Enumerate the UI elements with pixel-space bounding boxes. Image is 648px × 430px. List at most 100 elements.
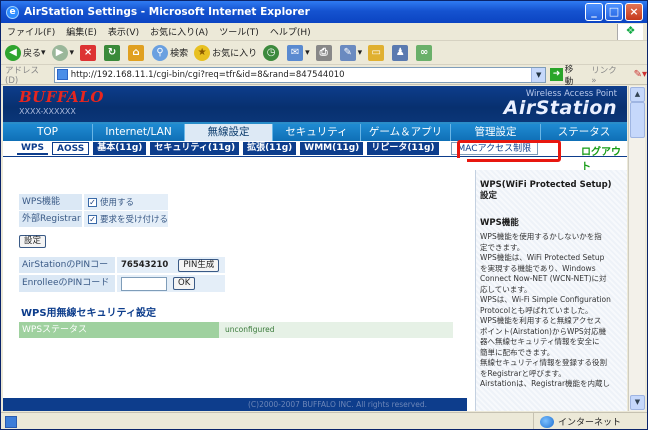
stop-button[interactable]: × (80, 44, 98, 61)
page-done-icon (5, 415, 17, 428)
forward-button[interactable]: ▶ ▾ (51, 44, 74, 61)
help-line: をRegistrarと呼びます。 (480, 368, 566, 378)
subnav-wps[interactable]: WPS (17, 142, 49, 155)
help-line: WPS機能を使用するかしないかを指 (480, 232, 602, 241)
home-icon: ⌂ (128, 44, 145, 61)
menu-favorites[interactable]: お気に入り(A) (150, 25, 208, 38)
home-button[interactable]: ⌂ (128, 44, 146, 61)
subnav-repeater[interactable]: リピータ(11g) (367, 142, 439, 155)
address-url: http://192.168.11.1/cgi-bin/cgi?req=tfr&… (70, 69, 345, 80)
page-header: BUFFALO XXXX-XXXXXX Wireless Access Poin… (3, 86, 627, 122)
enrollee-row: EnrolleeのPINコード OK (19, 275, 225, 292)
nav-wireless[interactable]: 無線設定 (185, 124, 273, 141)
wps-function-row: WPS機能 ✓ 使用する (19, 194, 168, 210)
main-nav: TOP Internet/LAN 無線設定 セキュリティ ゲーム＆アプリ 管理設… (3, 124, 627, 141)
search-button[interactable]: ⚲ 検索 (152, 44, 188, 61)
wps-status-label: WPSステータス (19, 322, 219, 338)
maximize-button[interactable]: □ (605, 3, 623, 21)
help-line: を実現する機能であり、Windows (480, 263, 596, 273)
pin-generate-button[interactable]: PIN生成 (178, 258, 220, 272)
main-pane: WPS機能 ✓ 使用する 外部Registrar ✓ 要求を受け付ける 設定 A… (3, 158, 467, 411)
menu-tools[interactable]: ツール(T) (219, 25, 259, 38)
toolbar-extra-icon[interactable]: ✎▾ (634, 69, 647, 80)
subnav-basic[interactable]: 基本(11g) (93, 142, 147, 155)
toolbar: ◀ 戻る ▾ ▶ ▾ × ↻ ⌂ ⚲ 検索 ★ お気に入り ◷ ✉ ▾ ⎙ ✎ ▾ ▭… (1, 41, 647, 65)
nav-status[interactable]: ステータス (541, 124, 627, 141)
airstation-logo: AirStation (503, 97, 617, 119)
page-footer: (C)2000-2007 BUFFALO INC. All rights res… (3, 398, 467, 411)
help-line: 器へ無線セキュリティ情報を安全に (480, 337, 600, 346)
nav-game-apps[interactable]: ゲーム＆アプリ (361, 124, 451, 141)
back-button[interactable]: ◀ 戻る ▾ (5, 44, 46, 61)
edit-button[interactable]: ✎ ▾ (339, 44, 362, 61)
links-button[interactable]: リンク » (591, 64, 623, 86)
subnav-security-11g[interactable]: セキュリティ(11g) (150, 142, 240, 155)
help-line: WPS機能は、WiFi Protected Setup (480, 253, 605, 262)
scroll-down-icon[interactable]: ▼ (630, 395, 645, 410)
print-button[interactable]: ⎙ (315, 44, 334, 61)
globe-icon (540, 415, 554, 428)
mail-button[interactable]: ✉ ▾ (287, 44, 310, 61)
nav-internet-lan[interactable]: Internet/LAN (93, 124, 185, 141)
page-content: BUFFALO XXXX-XXXXXX Wireless Access Poin… (3, 86, 627, 411)
menu-help[interactable]: ヘルプ(H) (270, 25, 311, 38)
page-icon (56, 69, 68, 80)
page-scrollbar[interactable]: ▲ ▼ (628, 86, 645, 411)
menu-edit[interactable]: 編集(E) (66, 25, 97, 38)
pin-value: 76543210 (121, 260, 169, 270)
wps-status-row: WPSステータス unconfigured (19, 322, 453, 338)
enrollee-pin-input[interactable] (121, 276, 167, 291)
close-button[interactable]: × (625, 3, 643, 21)
ext-registrar-row: 外部Registrar ✓ 要求を受け付ける (19, 211, 168, 227)
refresh-icon: ↻ (104, 44, 121, 61)
menu-view[interactable]: 表示(V) (108, 25, 139, 38)
help-line: Protocolとも呼ばれていました。 (480, 305, 593, 315)
refresh-button[interactable]: ↻ (104, 44, 122, 61)
address-input[interactable]: http://192.168.11.1/cgi-bin/cgi?req=tfr&… (53, 66, 547, 83)
wps-enable-checkbox[interactable]: ✓ (88, 197, 97, 207)
subnav-aoss[interactable]: AOSS (52, 142, 90, 155)
registrar-accept-text: 要求を受け付ける (100, 215, 169, 225)
history-icon: ◷ (263, 44, 280, 61)
address-label: アドレス(D) (5, 65, 40, 86)
address-bar: アドレス(D) http://192.168.11.1/cgi-bin/cgi?… (1, 63, 647, 87)
subnav-extended[interactable]: 拡張(11g) (243, 142, 297, 155)
help-line: WPSは、Wi-Fi Simple Configuration (480, 295, 611, 304)
go-button[interactable]: ➜ 移動 (550, 63, 581, 87)
subnav-wmm[interactable]: WMM(11g) (300, 142, 364, 155)
help-line: WPS機能を利用すると無線アクセス (480, 316, 602, 325)
folder-icon: ▭ (368, 44, 385, 61)
favorites-button[interactable]: ★ お気に入り (194, 44, 257, 61)
address-dropdown-icon[interactable]: ▼ (531, 67, 546, 82)
logout-link[interactable]: ログアウト (581, 143, 627, 173)
registrar-accept-checkbox[interactable]: ✓ (88, 214, 97, 224)
help-line: ポイント(Airstation)からWPS対応機 (480, 326, 607, 336)
security-zone: インターネット (533, 413, 647, 429)
help-heading: WPS(WiFi Protected Setup)設定 (480, 180, 612, 201)
scroll-up-icon[interactable]: ▲ (630, 87, 645, 102)
go-arrow-icon: ➜ (550, 68, 563, 81)
model-name: XXXX-XXXXXX (19, 107, 76, 116)
browser-window: e AirStation Settings - Microsoft Intern… (0, 0, 648, 430)
folder-button[interactable]: ▭ (368, 44, 386, 61)
edit-icon: ✎ (339, 44, 356, 61)
windows-flag-icon: ❖ (617, 24, 643, 40)
pin-label: AirStationのPINコード (19, 257, 115, 286)
nav-top[interactable]: TOP (3, 124, 93, 141)
set-button[interactable]: 設定 (19, 235, 47, 248)
messenger-button[interactable]: ♟ (392, 44, 410, 61)
ok-button[interactable]: OK (173, 277, 196, 290)
search-icon: ⚲ (152, 44, 169, 61)
back-arrow-icon: ◀ (5, 44, 21, 61)
links-tool-button[interactable]: ∞ (416, 44, 434, 61)
nav-admin[interactable]: 管理設定 (451, 124, 541, 141)
help-line: 無線セキュリティ情報を登録する役割 (480, 358, 608, 367)
mail-icon: ✉ (287, 44, 304, 61)
title-bar: e AirStation Settings - Microsoft Intern… (1, 1, 647, 23)
minimize-button[interactable]: _ (585, 3, 603, 21)
scroll-thumb[interactable] (630, 102, 645, 138)
nav-security[interactable]: セキュリティ (273, 124, 361, 141)
history-button[interactable]: ◷ (263, 44, 281, 61)
messenger-icon: ♟ (392, 44, 409, 61)
menu-file[interactable]: ファイル(F) (7, 25, 55, 38)
